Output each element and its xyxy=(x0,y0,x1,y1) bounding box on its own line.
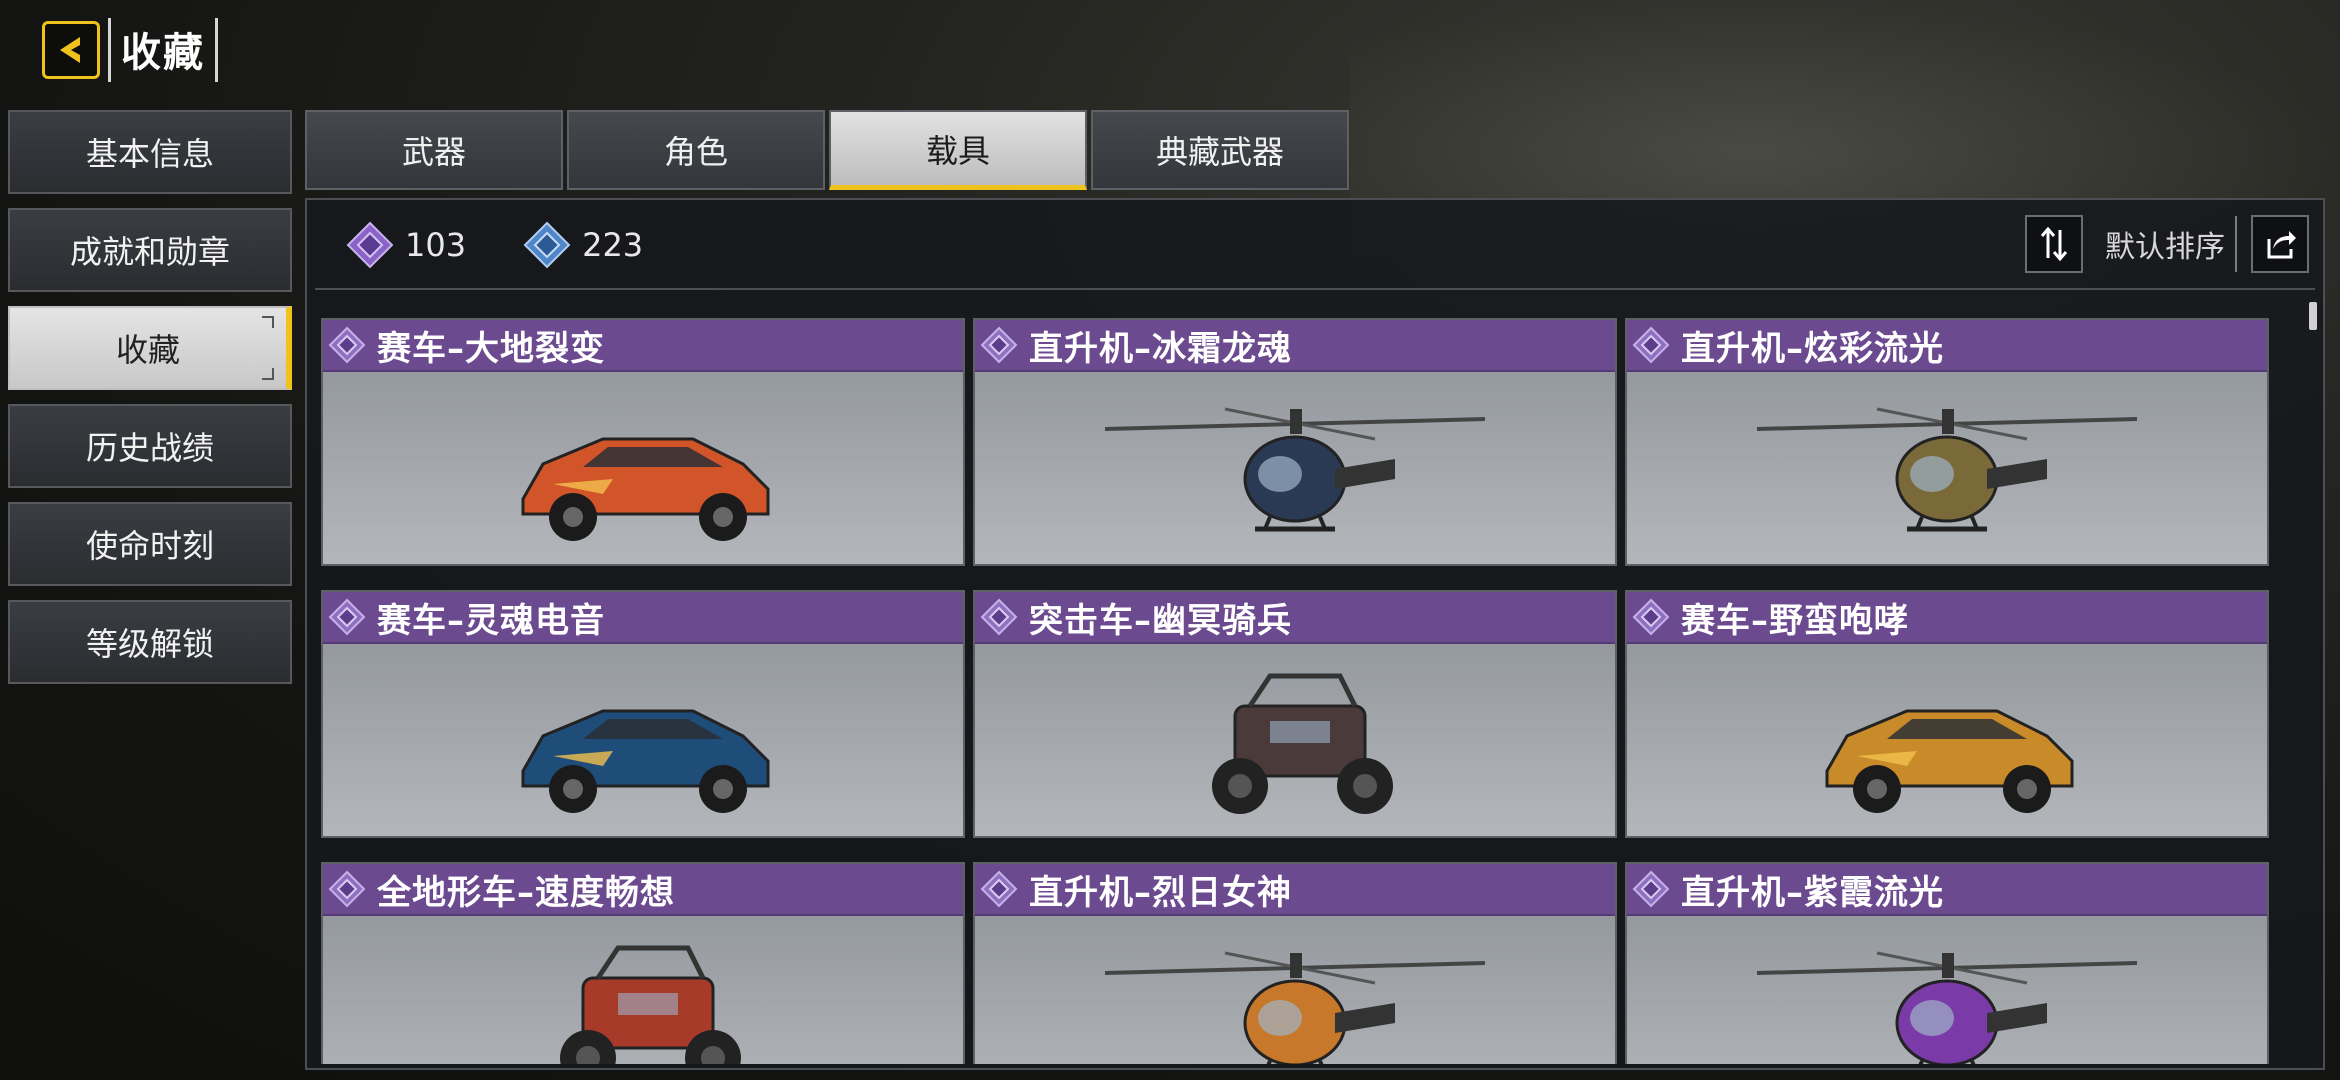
rarity-diamond-icon xyxy=(328,870,366,908)
vehicle-card-header: 突击车–幽冥骑兵 xyxy=(975,592,1615,644)
vehicle-name: 赛车–野蛮咆哮 xyxy=(1681,600,1909,641)
currency-value: 223 xyxy=(582,226,644,264)
helicopter-icon xyxy=(1756,407,2138,532)
vehicle-preview xyxy=(323,918,963,1064)
currency-value: 103 xyxy=(405,226,467,264)
vehicle-card[interactable]: 赛车–野蛮咆哮 xyxy=(1625,590,2269,838)
vehicle-card[interactable]: 直升机–紫霞流光 xyxy=(1625,862,2269,1064)
vehicle-card-header: 赛车–灵魂电音 xyxy=(323,592,963,644)
currency-bar: 103 223 xyxy=(345,220,699,270)
vehicle-card[interactable]: 直升机–烈日女神 xyxy=(973,862,1617,1064)
vehicle-name: 赛车–大地裂变 xyxy=(377,328,605,369)
vehicle-name: 全地形车–速度畅想 xyxy=(377,872,675,913)
sidebar-item-level-unlock[interactable]: 等级解锁 xyxy=(8,600,292,684)
blue-diamond-icon xyxy=(523,221,571,269)
sidebar-item-basic-info[interactable]: 基本信息 xyxy=(8,110,292,194)
sidebar-item-history[interactable]: 历史战绩 xyxy=(8,404,292,488)
currency-purple: 103 xyxy=(345,220,466,270)
scrollbar[interactable] xyxy=(2309,300,2317,1060)
sidebar-item-label: 历史战绩 xyxy=(85,429,214,467)
race-car-icon xyxy=(521,437,770,541)
back-button[interactable] xyxy=(42,21,100,79)
toolbar: 默认排序 xyxy=(2025,212,2309,276)
header: 收藏 xyxy=(42,18,218,82)
rarity-diamond-icon xyxy=(328,326,366,364)
collection-panel: 103 223 默认排序 赛车–大地裂变 直升机–冰霜龙魂 直升机–炫彩流光 赛… xyxy=(305,198,2325,1070)
vehicle-card[interactable]: 赛车–大地裂变 xyxy=(321,318,965,566)
vehicle-card-header: 直升机–紫霞流光 xyxy=(1627,864,2267,916)
helicopter-icon xyxy=(1104,407,1486,532)
offroad-vehicle-icon xyxy=(1212,673,1393,814)
vehicle-card[interactable]: 全地形车–速度畅想 xyxy=(321,862,965,1064)
vehicle-preview xyxy=(323,646,963,836)
chevron-left-icon xyxy=(60,37,80,63)
vehicle-card-header: 赛车–大地裂变 xyxy=(323,320,963,372)
vehicle-preview xyxy=(323,374,963,564)
sidebar-item-label: 等级解锁 xyxy=(85,625,214,663)
vehicle-card[interactable]: 直升机–冰霜龙魂 xyxy=(973,318,1617,566)
tab-collection-weapons[interactable]: 典藏武器 xyxy=(1091,110,1349,190)
tab-characters[interactable]: 角色 xyxy=(567,110,825,190)
vehicle-preview xyxy=(975,374,1615,564)
scrollbar-thumb[interactable] xyxy=(2309,302,2317,330)
vehicle-card[interactable]: 突击车–幽冥骑兵 xyxy=(973,590,1617,838)
vehicle-card[interactable]: 直升机–炫彩流光 xyxy=(1625,318,2269,566)
sort-icon xyxy=(2040,226,2068,262)
rarity-diamond-icon xyxy=(1632,870,1670,908)
share-button[interactable] xyxy=(2251,215,2309,273)
sidebar-item-label: 使命时刻 xyxy=(85,527,214,565)
sidebar-item-label: 成就和勋章 xyxy=(69,233,230,271)
sidebar-item-achievements[interactable]: 成就和勋章 xyxy=(8,208,292,292)
sidebar-item-label: 收藏 xyxy=(115,331,180,369)
vehicle-card-header: 全地形车–速度畅想 xyxy=(323,864,963,916)
share-icon xyxy=(2267,231,2296,259)
rarity-diamond-icon xyxy=(328,598,366,636)
vehicle-card-header: 直升机–炫彩流光 xyxy=(1627,320,2267,372)
vehicle-card-header: 直升机–烈日女神 xyxy=(975,864,1615,916)
vehicle-preview xyxy=(975,646,1615,836)
vehicle-preview xyxy=(1627,918,2267,1064)
divider-line xyxy=(315,288,2315,290)
helicopter-icon xyxy=(1756,951,2138,1064)
tab-label: 典藏武器 xyxy=(1155,133,1284,171)
vehicle-name: 直升机–炫彩流光 xyxy=(1681,328,1944,369)
vehicle-name: 直升机–烈日女神 xyxy=(1029,872,1292,913)
sidebar-item-mission-moments[interactable]: 使命时刻 xyxy=(8,502,292,586)
rarity-diamond-icon xyxy=(980,326,1018,364)
sort-label[interactable]: 默认排序 xyxy=(2105,222,2225,266)
vehicle-name: 突击车–幽冥骑兵 xyxy=(1029,600,1292,641)
tab-vehicles[interactable]: 载具 xyxy=(829,110,1087,190)
vehicle-preview xyxy=(1627,646,2267,836)
sidebar-item-collection[interactable]: 收藏 xyxy=(8,306,292,390)
sidebar: 基本信息 成就和勋章 收藏 历史战绩 使命时刻 等级解锁 xyxy=(8,110,292,698)
vehicle-preview xyxy=(1627,374,2267,564)
sidebar-item-label: 基本信息 xyxy=(85,135,214,173)
vehicle-preview xyxy=(975,918,1615,1064)
tab-label: 武器 xyxy=(401,133,466,171)
vehicle-card-header: 赛车–野蛮咆哮 xyxy=(1627,592,2267,644)
currency-blue: 223 xyxy=(522,220,643,270)
rarity-diamond-icon xyxy=(1632,326,1670,364)
tab-weapons[interactable]: 武器 xyxy=(305,110,563,190)
vehicle-name: 赛车–灵魂电音 xyxy=(377,600,605,641)
offroad-vehicle-icon xyxy=(560,945,741,1064)
vehicle-name: 直升机–冰霜龙魂 xyxy=(1029,328,1292,369)
race-car-icon xyxy=(521,709,770,813)
sort-button[interactable] xyxy=(2025,215,2083,273)
race-car-icon xyxy=(1825,709,2074,813)
rarity-diamond-icon xyxy=(980,598,1018,636)
rarity-diamond-icon xyxy=(1632,598,1670,636)
category-tabs: 武器 角色 载具 典藏武器 xyxy=(305,110,1353,190)
vehicle-card[interactable]: 赛车–灵魂电音 xyxy=(321,590,965,838)
vehicle-name: 直升机–紫霞流光 xyxy=(1681,872,1944,913)
rarity-diamond-icon xyxy=(980,870,1018,908)
tab-label: 载具 xyxy=(925,131,990,170)
vehicle-card-header: 直升机–冰霜龙魂 xyxy=(975,320,1615,372)
helicopter-icon xyxy=(1104,951,1486,1064)
page-title: 收藏 xyxy=(108,18,218,82)
purple-diamond-icon xyxy=(346,221,394,269)
divider xyxy=(2235,216,2237,272)
tab-label: 角色 xyxy=(663,133,728,171)
vehicle-grid: 赛车–大地裂变 直升机–冰霜龙魂 直升机–炫彩流光赛车–灵魂电音 突击车–幽冥骑兵 赛车… xyxy=(321,318,2283,1064)
